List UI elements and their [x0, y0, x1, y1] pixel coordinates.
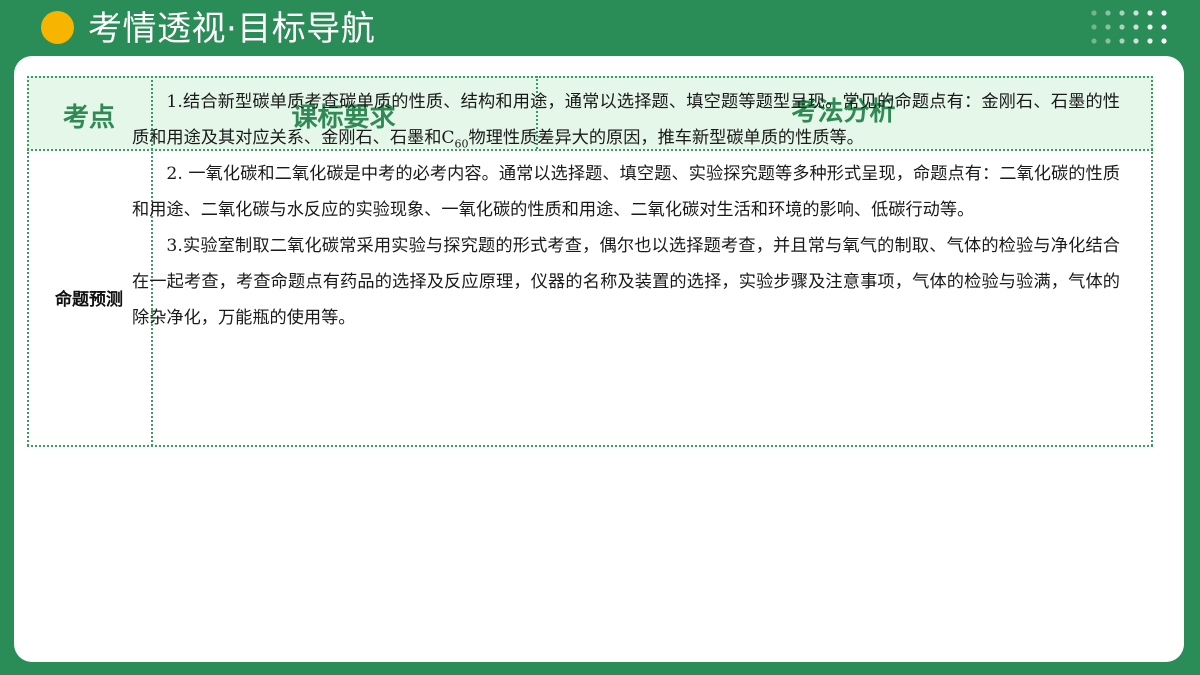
table-border-top	[27, 76, 1153, 78]
dot-grid-decoration-icon	[1091, 10, 1167, 44]
page-title: 考情透视·目标导航	[88, 9, 376, 49]
table-border-right	[1151, 76, 1153, 446]
analysis-paragraph-2: 2. 一氧化碳和二氧化碳是中考的必考内容。通常以选择题、填空题、实验探究题等多种…	[132, 164, 1120, 220]
title-bullet-icon	[41, 11, 74, 44]
analysis-content: 1.结合新型碳单质考查碳单质的性质、结构和用途，通常以选择题、填空题等题型呈现。…	[132, 84, 1120, 336]
paragraph-1-text-end: 物理性质差异大的原因，推车新型碳单质的性质等。	[468, 128, 864, 148]
analysis-paragraph-3: 3.实验室制取二氧化碳常采用实验与探究题的形式考查，偶尔也以选择题考查，并且常与…	[132, 236, 1120, 328]
table-border-bottom	[27, 445, 1153, 447]
analysis-paragraph-1: 1.结合新型碳单质考查碳单质的性质、结构和用途，通常以选择题、填空题等题型呈现。…	[132, 84, 1120, 156]
title-bar: 考情透视·目标导航	[0, 0, 1200, 58]
c60-subscript: 60	[454, 137, 469, 151]
